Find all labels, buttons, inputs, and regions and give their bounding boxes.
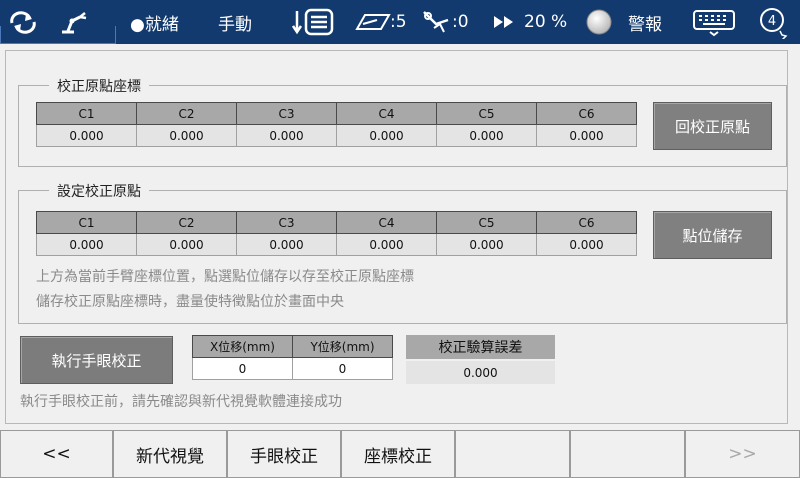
set-origin-title: 設定校正原點 (49, 181, 149, 201)
status-label: ●就緒 (130, 14, 179, 35)
alarm-indicator-icon (585, 0, 613, 44)
calibration-error-header: 校正驗算誤差 (406, 335, 555, 359)
set-origin-value-c3: 0.000 (236, 233, 337, 256)
top-status-bar: ●就緒 手動 :5 :0 20 % 警報 4 (0, 0, 800, 44)
offset-table: X位移(mm) Y位移(mm) 0 0 (192, 335, 393, 380)
alarm-label[interactable]: 警報 (628, 0, 662, 44)
run-hand-eye-calibration-button[interactable]: 執行手眼校正 (20, 336, 173, 384)
calib-origin-group: 校正原點座標 C1 C2 C3 C4 C5 C6 0.000 0.000 0.0… (18, 76, 787, 167)
calib-origin-header-c1: C1 (36, 102, 137, 125)
program-list-icon[interactable] (292, 0, 336, 44)
y-offset-header: Y位移(mm) (292, 335, 393, 358)
user-frame-icon[interactable] (420, 0, 454, 44)
speed-value[interactable]: 20 % (524, 0, 567, 44)
set-origin-header-c4: C4 (336, 211, 437, 234)
calibration-error-value: 0.000 (406, 361, 555, 384)
hand-eye-hint: 執行手眼校正前，請先確認與新代視覺軟體連接成功 (20, 394, 342, 410)
prev-page-button[interactable]: << (0, 430, 113, 478)
set-origin-value-c5: 0.000 (436, 233, 537, 256)
set-origin-hint-1: 上方為當前手臂座標位置，點選點位儲存以存至校正原點座標 (36, 269, 414, 285)
tool-frame-icon[interactable] (355, 0, 391, 44)
calib-origin-table: C1 C2 C3 C4 C5 C6 0.000 0.000 0.000 0.00… (36, 102, 637, 147)
x-offset-header: X位移(mm) (192, 335, 293, 358)
set-origin-hint-2: 儲存校正原點座標時，盡量使特徵點位於畫面中央 (36, 294, 344, 310)
set-origin-header-c6: C6 (536, 211, 637, 234)
set-origin-header-c5: C5 (436, 211, 537, 234)
tab-vision[interactable]: 新代視覺 (113, 430, 227, 478)
return-calib-origin-button[interactable]: 回校正原點 (653, 102, 772, 150)
calib-origin-value-c4: 0.000 (336, 124, 437, 147)
next-page-button[interactable]: >> (685, 430, 800, 478)
speed-icon[interactable] (492, 0, 516, 44)
user-frame-value: :0 (452, 12, 469, 32)
calib-origin-header-c4: C4 (336, 102, 437, 125)
set-origin-value-c2: 0.000 (136, 233, 237, 256)
save-point-button[interactable]: 點位儲存 (653, 211, 772, 259)
set-origin-header-c1: C1 (36, 211, 137, 234)
calib-origin-value-c6: 0.000 (536, 124, 637, 147)
calib-origin-header-c5: C5 (436, 102, 537, 125)
mode-label[interactable]: 手動 (218, 0, 252, 44)
tab-empty-2 (570, 430, 685, 478)
set-origin-group: 設定校正原點 C1 C2 C3 C4 C5 C6 0.000 0.000 0.0… (18, 181, 787, 324)
bottom-nav-bar: << 新代視覺 手眼校正 座標校正 >> (0, 430, 800, 478)
calib-origin-value-c1: 0.000 (36, 124, 137, 147)
tool-frame-value: :5 (390, 12, 407, 32)
calibration-panel: 校正原點座標 C1 C2 C3 C4 C5 C6 0.000 0.000 0.0… (5, 50, 788, 424)
calib-origin-header-c6: C6 (536, 102, 637, 125)
set-origin-table: C1 C2 C3 C4 C5 C6 0.000 0.000 0.000 0.00… (36, 211, 637, 256)
x-offset-input[interactable]: 0 (192, 357, 293, 380)
help-badge: 4 (768, 14, 776, 29)
app-window: ●就緒 手動 :5 :0 20 % 警報 4 校正原點座標 C1 C2 C3 C… (0, 0, 800, 478)
set-origin-value-c6: 0.000 (536, 233, 637, 256)
set-origin-header-c2: C2 (136, 211, 237, 234)
left-frame (0, 26, 116, 44)
help-icon[interactable]: 4 (758, 0, 788, 44)
set-origin-value-c1: 0.000 (36, 233, 137, 256)
tab-coordinate-calibration[interactable]: 座標校正 (341, 430, 455, 478)
calib-origin-value-c5: 0.000 (436, 124, 537, 147)
calib-origin-value-c3: 0.000 (236, 124, 337, 147)
set-origin-value-c4: 0.000 (336, 233, 437, 256)
tab-hand-eye[interactable]: 手眼校正 (227, 430, 341, 478)
keyboard-icon[interactable] (692, 0, 736, 44)
y-offset-input[interactable]: 0 (292, 357, 393, 380)
calib-origin-header-c3: C3 (236, 102, 337, 125)
set-origin-header-c3: C3 (236, 211, 337, 234)
calib-origin-header-c2: C2 (136, 102, 237, 125)
tab-empty-1 (455, 430, 570, 478)
calib-origin-value-c2: 0.000 (136, 124, 237, 147)
calib-origin-title: 校正原點座標 (49, 76, 149, 96)
